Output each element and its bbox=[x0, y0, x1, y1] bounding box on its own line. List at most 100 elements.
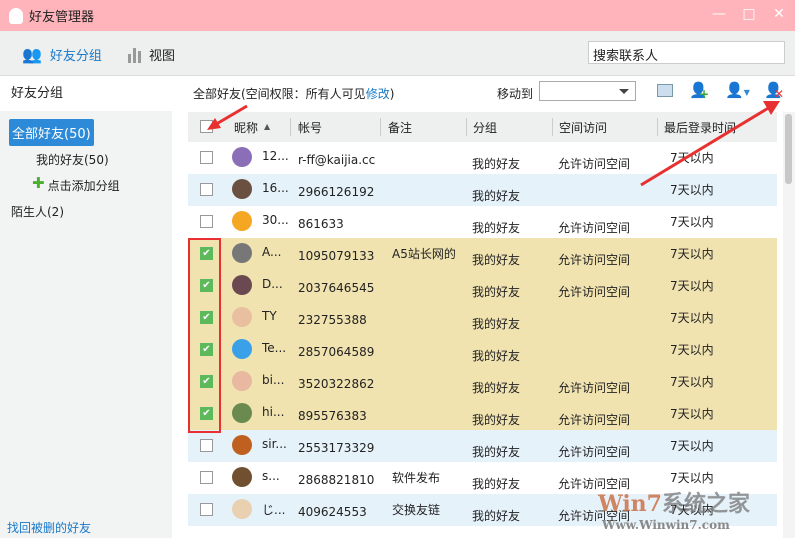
window-title: 好友管理器 bbox=[29, 10, 95, 25]
table-row[interactable]: ✔ bi... 3520322862 我的好友 允许访问空间 7天以内 bbox=[188, 366, 777, 398]
watermark-logo: Win7系统之家 Www.Winwin7.com bbox=[598, 491, 750, 532]
remark: 交换友链 bbox=[392, 503, 441, 517]
last-login: 7天以内 bbox=[670, 247, 714, 261]
sidebar-item-my-friends[interactable]: 我的好友(50) bbox=[36, 151, 109, 168]
vertical-scrollbar[interactable] bbox=[783, 112, 795, 538]
row-checkbox[interactable] bbox=[200, 151, 213, 164]
table-row[interactable]: ✔ A... 1095079133 A5站长网的 我的好友 允许访问空间 7天以… bbox=[188, 238, 777, 270]
table-row[interactable]: ✔ D... 2037646545 我的好友 允许访问空间 7天以内 bbox=[188, 270, 777, 302]
group: 我的好友 bbox=[472, 509, 521, 523]
table-row[interactable]: ✔ Te... 2857064589 我的好友 7天以内 bbox=[188, 334, 777, 366]
avatar bbox=[232, 339, 252, 359]
row-checkbox[interactable] bbox=[200, 439, 213, 452]
table-row[interactable]: sir... 2553173329 我的好友 允许访问空间 7天以内 bbox=[188, 430, 777, 462]
remark: 软件发布 bbox=[392, 471, 441, 485]
nickname: 16... bbox=[262, 181, 289, 195]
group: 我的好友 bbox=[472, 253, 521, 267]
account: 861633 bbox=[298, 217, 344, 231]
table-row[interactable]: 16... 2966126192 我的好友 7天以内 bbox=[188, 174, 777, 206]
delete-friend-icon[interactable]: 👤 ✕ bbox=[764, 81, 784, 101]
row-checkbox[interactable] bbox=[200, 503, 213, 516]
col-remark[interactable]: 备注 bbox=[388, 119, 412, 136]
nickname: 30... bbox=[262, 213, 289, 227]
space-access: 允许访问空间 bbox=[558, 157, 631, 171]
move-to-select[interactable] bbox=[539, 81, 636, 101]
permission-suffix: ) bbox=[389, 87, 395, 101]
minimize-button[interactable]: — bbox=[711, 6, 727, 22]
nickname: D... bbox=[262, 277, 283, 291]
last-login: 7天以内 bbox=[670, 407, 714, 421]
account: 2857064589 bbox=[298, 345, 375, 359]
tab-friend-groups[interactable]: 👥 好友分组 bbox=[22, 45, 102, 64]
table-row[interactable]: ✔ TY 232755388 我的好友 7天以内 bbox=[188, 302, 777, 334]
avatar bbox=[232, 243, 252, 263]
col-space[interactable]: 空间访问 bbox=[559, 119, 607, 136]
table-row[interactable]: ✔ hi... 895576383 我的好友 允许访问空间 7天以内 bbox=[188, 398, 777, 430]
maximize-button[interactable]: □ bbox=[741, 6, 757, 22]
users-icon: 👥 bbox=[22, 45, 42, 64]
account: 895576383 bbox=[298, 409, 367, 423]
edit-remark-icon[interactable] bbox=[655, 81, 675, 101]
sidebar-item-all-friends[interactable]: 全部好友(50) bbox=[9, 119, 94, 146]
bar-chart-icon bbox=[128, 47, 141, 63]
space-access: 允许访问空间 bbox=[558, 221, 631, 235]
account: 2868821810 bbox=[298, 473, 375, 487]
edit-permission-link[interactable]: 修改 bbox=[366, 87, 390, 101]
manage-friend-dropdown-icon[interactable]: 👤▼ bbox=[725, 81, 751, 101]
avatar bbox=[232, 307, 252, 327]
col-nick[interactable]: 昵称 bbox=[234, 119, 258, 136]
qq-logo-icon bbox=[9, 7, 23, 24]
sort-asc-icon: ▲ bbox=[264, 122, 271, 131]
col-group[interactable]: 分组 bbox=[473, 119, 497, 136]
add-friend-icon[interactable]: 👤 + bbox=[689, 81, 709, 101]
search-input[interactable]: 搜索联系人 bbox=[588, 41, 785, 64]
avatar bbox=[232, 467, 252, 487]
last-login: 7天以内 bbox=[670, 279, 714, 293]
row-checkbox[interactable] bbox=[200, 215, 213, 228]
row-checkbox[interactable] bbox=[200, 183, 213, 196]
table-header: 昵称 ▲ 帐号 备注 分组 空间访问 最后登录时间 bbox=[188, 112, 777, 142]
remark: A5站长网的 bbox=[392, 247, 456, 261]
col-account[interactable]: 帐号 bbox=[298, 119, 322, 136]
last-login: 7天以内 bbox=[670, 375, 714, 389]
nickname: sir... bbox=[262, 437, 287, 451]
select-all-checkbox[interactable] bbox=[200, 120, 213, 133]
account: 2037646545 bbox=[298, 281, 375, 295]
last-login: 7天以内 bbox=[670, 439, 714, 453]
group: 我的好友 bbox=[472, 285, 521, 299]
recover-deleted-link[interactable]: 找回被删的好友 bbox=[7, 519, 91, 536]
account: 232755388 bbox=[298, 313, 367, 327]
nickname: A... bbox=[262, 245, 282, 259]
account: 409624553 bbox=[298, 505, 367, 519]
highlight-box bbox=[188, 238, 221, 433]
nickname: bi... bbox=[262, 373, 285, 387]
add-group-button[interactable]: ✚ 点击添加分组 bbox=[32, 176, 120, 194]
avatar bbox=[232, 147, 252, 167]
tab-view[interactable]: 视图 bbox=[128, 45, 175, 64]
table-row[interactable]: 12... r-ff@kaijia.cc 我的好友 允许访问空间 7天以内 bbox=[188, 142, 777, 174]
account: 2553173329 bbox=[298, 441, 375, 455]
sidebar-heading: 好友分组 bbox=[11, 86, 64, 101]
avatar bbox=[232, 275, 252, 295]
table-row[interactable]: 30... 861633 我的好友 允许访问空间 7天以内 bbox=[188, 206, 777, 238]
group: 我的好友 bbox=[472, 221, 521, 235]
sidebar-item-strangers[interactable]: 陌生人(2) bbox=[11, 203, 64, 220]
last-login: 7天以内 bbox=[670, 183, 714, 197]
nickname: じ... bbox=[262, 503, 286, 517]
permission-info: 全部好友(空间权限：所有人可见修改) bbox=[193, 85, 394, 102]
scrollbar-thumb[interactable] bbox=[785, 114, 792, 184]
group: 我的好友 bbox=[472, 413, 521, 427]
row-checkbox[interactable] bbox=[200, 471, 213, 484]
tab-label: 视图 bbox=[149, 49, 176, 64]
close-button[interactable]: ✕ bbox=[771, 6, 787, 22]
space-access: 允许访问空间 bbox=[558, 445, 631, 459]
move-to-label: 移动到 bbox=[497, 87, 534, 101]
main-panel: 全部好友(空间权限：所有人可见修改) 移动到 👤 + 👤▼ 👤 ✕ 昵称 ▲ 帐号 … bbox=[172, 77, 795, 538]
space-access: 允许访问空间 bbox=[558, 285, 631, 299]
last-login: 7天以内 bbox=[670, 215, 714, 229]
last-login: 7天以内 bbox=[670, 151, 714, 165]
avatar bbox=[232, 435, 252, 455]
avatar bbox=[232, 211, 252, 231]
col-last-login[interactable]: 最后登录时间 bbox=[664, 119, 736, 136]
nickname: s... bbox=[262, 469, 280, 483]
